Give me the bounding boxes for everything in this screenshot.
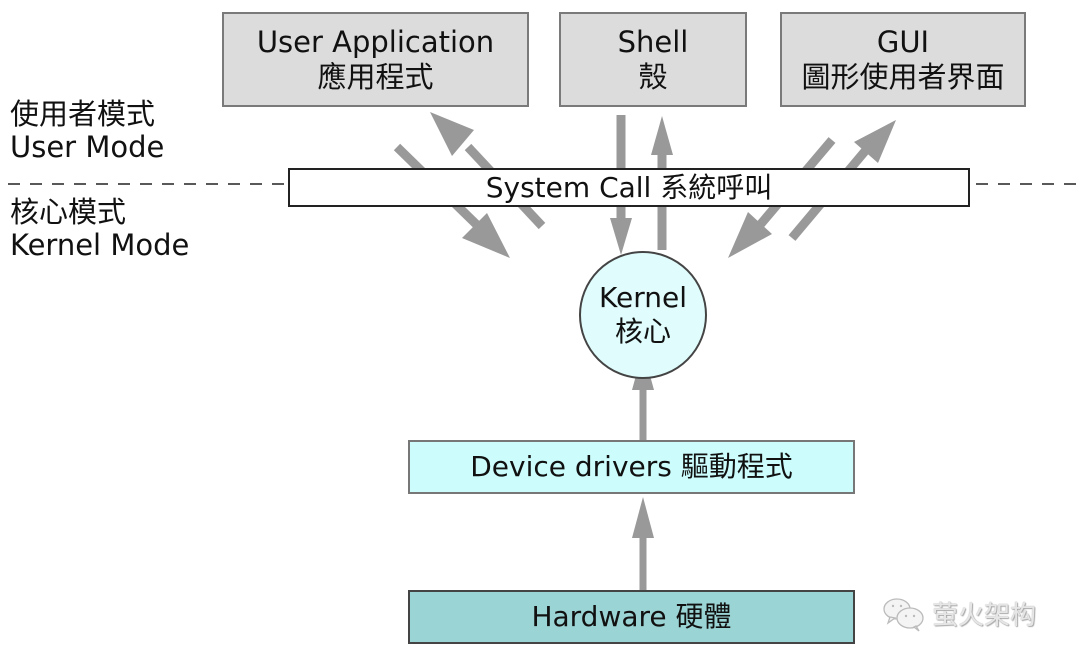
shell-box: Shell 殼	[559, 12, 747, 107]
hardware-box: Hardware 硬體	[408, 590, 855, 644]
system-call-label: System Call 系統呼叫	[485, 170, 773, 204]
user-application-box: User Application 應用程式	[222, 12, 529, 107]
user-application-label-zh: 應用程式	[317, 59, 434, 94]
kernel-mode-label-zh: 核心模式	[10, 195, 127, 229]
gui-box: GUI 圖形使用者界面	[780, 12, 1026, 107]
gui-label: GUI	[876, 24, 930, 59]
user-application-label: User Application	[256, 24, 495, 59]
user-mode-label-zh: 使用者模式	[10, 97, 156, 131]
user-mode-label: 使用者模式 User Mode	[10, 97, 165, 165]
arrow-hardware-to-drivers	[632, 497, 654, 590]
shell-label-zh: 殼	[638, 59, 668, 94]
shell-label: Shell	[617, 24, 689, 59]
hardware-label: Hardware 硬體	[531, 600, 732, 634]
watermark-text: 萤火架构	[932, 601, 1037, 631]
system-call-box: System Call 系統呼叫	[288, 168, 970, 207]
device-drivers-box: Device drivers 驅動程式	[408, 440, 855, 494]
device-drivers-label: Device drivers 驅動程式	[470, 450, 793, 484]
wechat-icon	[883, 597, 924, 632]
watermark: 萤火架构	[882, 595, 1036, 632]
kernel-label-zh: 核心	[614, 315, 671, 348]
user-mode-label-en: User Mode	[10, 130, 165, 165]
kernel-mode-label-en: Kernel Mode	[10, 228, 190, 263]
kernel-label: Kernel	[599, 281, 687, 315]
kernel-node: Kernel 核心	[579, 251, 707, 379]
kernel-mode-label: 核心模式 Kernel Mode	[10, 195, 190, 263]
gui-label-zh: 圖形使用者界面	[801, 59, 1005, 94]
